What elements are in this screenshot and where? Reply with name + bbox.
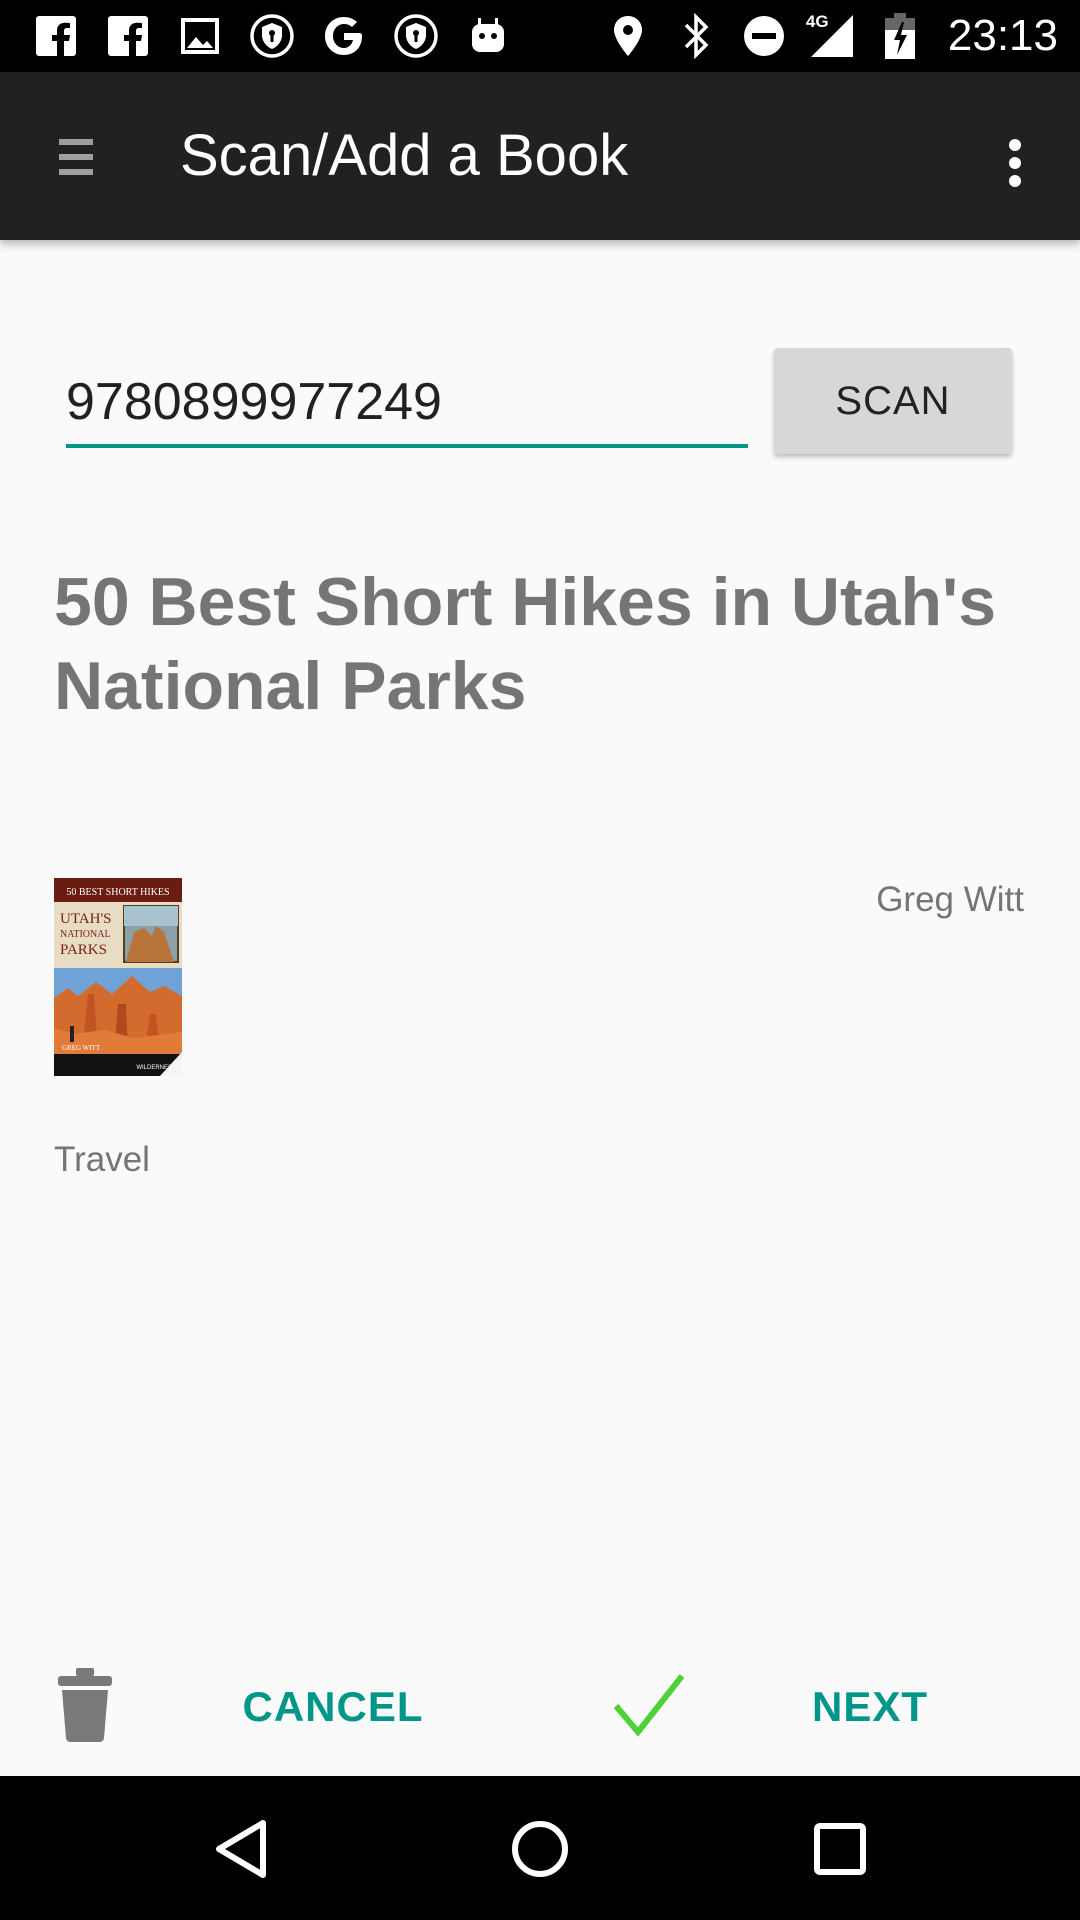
shield-icon	[246, 12, 298, 60]
cover-title-line1: UTAH'S	[60, 911, 112, 927]
facebook-icon	[102, 12, 154, 60]
app-bar: Scan/Add a Book	[0, 72, 1080, 240]
status-right-icons: 4G 23:13	[602, 11, 1058, 60]
status-left-icons	[30, 12, 514, 60]
cover-title-line3: PARKS	[60, 942, 107, 958]
shield-icon	[390, 12, 442, 60]
action-bar: CANCEL NEXT	[0, 1620, 1080, 1776]
network-type-label: 4G	[805, 12, 829, 31]
more-vert-icon[interactable]	[990, 128, 1040, 198]
facebook-icon	[30, 12, 82, 60]
navigation-bar	[0, 1776, 1080, 1920]
check-icon[interactable]	[612, 1672, 686, 1738]
cancel-button[interactable]: CANCEL	[228, 1672, 438, 1742]
home-icon[interactable]	[505, 1814, 575, 1884]
image-icon	[174, 12, 226, 60]
status-bar: 4G 23:13	[0, 0, 1080, 72]
do-not-disturb-icon	[738, 12, 790, 60]
cover-top-text: 50 BEST SHORT HIKES	[66, 887, 169, 898]
hamburger-menu-icon[interactable]	[48, 122, 104, 192]
location-icon	[602, 12, 654, 60]
battery-charging-icon	[874, 12, 926, 60]
4g-signal-icon: 4G	[806, 12, 858, 60]
cover-title-line2: NATIONAL	[60, 929, 111, 940]
book-category: Travel	[54, 1140, 150, 1179]
cover-author-text: GREG WITT	[62, 1044, 101, 1052]
scan-button[interactable]: SCAN	[774, 348, 1012, 454]
android-icon	[462, 12, 514, 60]
next-button[interactable]: NEXT	[800, 1672, 940, 1742]
page-title: Scan/Add a Book	[180, 123, 629, 188]
status-time: 23:13	[947, 11, 1058, 60]
book-author: Greg Witt	[876, 880, 1024, 919]
google-icon	[318, 12, 370, 60]
isbn-input[interactable]	[66, 360, 748, 448]
recents-icon[interactable]	[805, 1814, 875, 1884]
book-cover-image: 50 BEST SHORT HIKES UTAH'S NATIONAL PARK…	[54, 878, 182, 1076]
bluetooth-icon	[670, 12, 722, 60]
trash-icon[interactable]	[56, 1666, 114, 1742]
book-title: 50 Best Short Hikes in Utah's National P…	[54, 564, 997, 724]
back-icon[interactable]	[206, 1814, 276, 1884]
